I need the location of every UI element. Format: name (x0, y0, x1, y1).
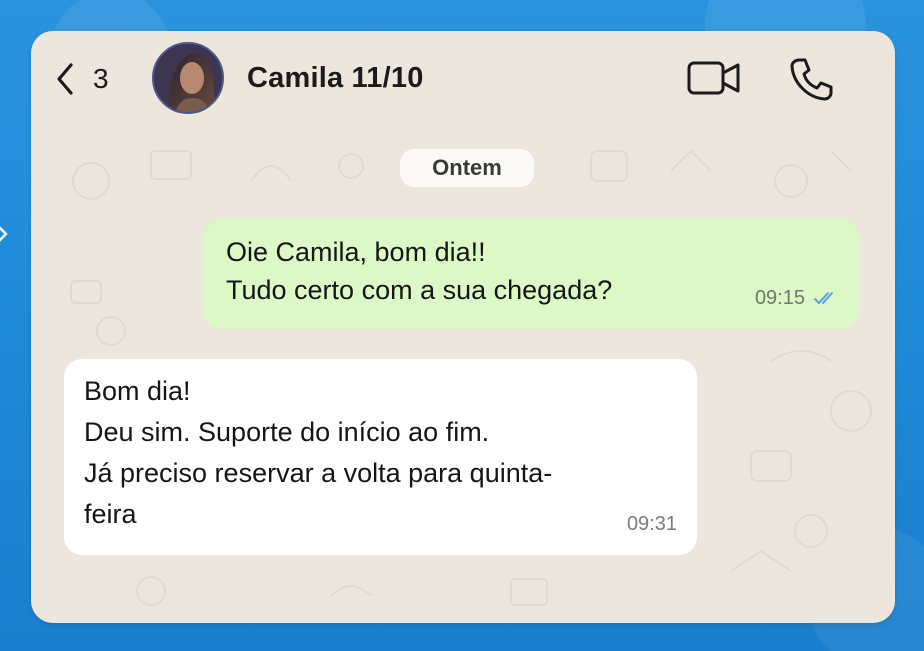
unread-count: 3 (93, 63, 109, 94)
message-time: 09:31 (626, 513, 677, 535)
date-separator: Ontem (400, 149, 534, 187)
double-check-icon (814, 292, 833, 304)
message-line: Bom dia! (84, 376, 191, 406)
avatar[interactable] (152, 42, 224, 114)
avatar-photo (154, 44, 222, 112)
message-line: feira (84, 499, 137, 529)
chat-header: 3 Camila 11/10 (31, 31, 895, 127)
video-call-icon[interactable] (687, 59, 741, 97)
back-button[interactable]: 3 (53, 59, 109, 99)
message-time: 09:15 (754, 287, 805, 309)
message-meta: 09:15 (755, 279, 839, 317)
message-line: Tudo certo com a sua chegada? (226, 275, 613, 305)
phone-icon[interactable] (787, 55, 835, 103)
chat-window: 3 Camila 11/10 Ontem Oie Camila, bom dia… (31, 31, 895, 623)
message-line: Oie Camila, bom dia!! (226, 237, 486, 267)
chevron-right-icon (0, 226, 8, 242)
incoming-message-bubble[interactable]: Bom dia! Deu sim. Suporte do início ao f… (64, 359, 697, 555)
chevron-left-icon (57, 63, 73, 95)
message-line: Deu sim. Suporte do início ao fim. (84, 417, 490, 447)
message-line: Já preciso reservar a volta para quinta- (84, 458, 553, 488)
outgoing-message-bubble[interactable]: Oie Camila, bom dia!! Tudo certo com a s… (204, 219, 859, 329)
contact-name[interactable]: Camila 11/10 (247, 62, 424, 95)
